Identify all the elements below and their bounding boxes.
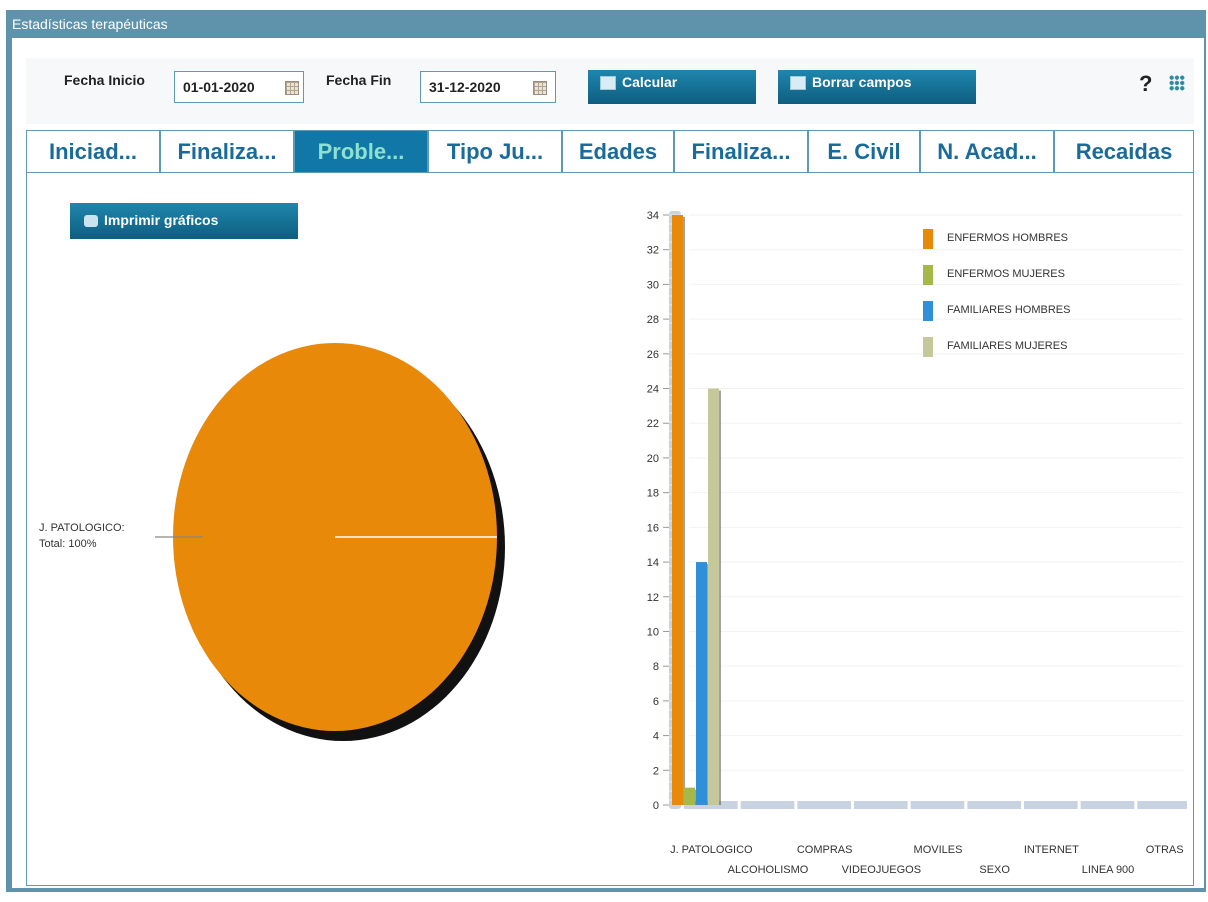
start-date-label: Fecha Inicio bbox=[64, 72, 145, 88]
x-category-label: J. PATOLOGICO bbox=[670, 844, 753, 856]
clear-fields-button-label: Borrar campos bbox=[812, 74, 912, 90]
y-tick-label: 22 bbox=[647, 418, 659, 430]
legend-swatch bbox=[923, 337, 933, 357]
y-tick-label: 30 bbox=[647, 279, 659, 291]
tab-finalizados-2[interactable]: Finaliza... bbox=[674, 130, 808, 172]
legend-swatch bbox=[923, 229, 933, 249]
legend-swatch bbox=[923, 301, 933, 321]
calculate-button-label: Calcular bbox=[622, 74, 678, 90]
bar bbox=[708, 388, 719, 805]
x-floor-segment bbox=[854, 801, 908, 809]
y-tick-label: 6 bbox=[653, 696, 659, 708]
clear-form-icon bbox=[790, 76, 806, 90]
legend-label: FAMILIARES MUJERES bbox=[947, 340, 1067, 352]
stats-tabs: Iniciad... Finaliza... Proble... Tipo Ju… bbox=[26, 130, 1194, 172]
y-tick-label: 16 bbox=[647, 522, 659, 534]
pie-chart: J. PATOLOGICO: Total: 100% bbox=[39, 343, 505, 741]
legend-label: ENFERMOS HOMBRES bbox=[947, 232, 1068, 244]
y-tick-label: 2 bbox=[653, 765, 659, 777]
start-date-field[interactable] bbox=[174, 71, 304, 103]
help-icon[interactable]: ? bbox=[1139, 71, 1152, 97]
y-tick-label: 8 bbox=[653, 661, 659, 673]
chart-panel: Imprimir gráficos J. PATOLOGICO: Total: 1… bbox=[26, 172, 1194, 886]
y-tick-label: 32 bbox=[647, 245, 659, 257]
x-floor-segment bbox=[967, 801, 1021, 809]
clear-fields-button[interactable]: Borrar campos bbox=[778, 70, 976, 104]
y-tick-label: 4 bbox=[653, 731, 659, 743]
bar-shadow bbox=[683, 217, 685, 805]
bar bbox=[696, 562, 707, 805]
bar-shadow bbox=[719, 390, 721, 805]
y-tick-label: 0 bbox=[653, 800, 659, 812]
stats-window: Estadísticas terapéuticas Fecha Inicio F… bbox=[6, 10, 1206, 892]
legend-swatch bbox=[923, 265, 933, 285]
legend-label: ENFERMOS MUJERES bbox=[947, 268, 1065, 280]
date-toolbar: Fecha Inicio Fecha Fin Calcular Borrar c… bbox=[26, 58, 1194, 124]
bar bbox=[684, 787, 695, 805]
x-floor-segment bbox=[1024, 801, 1078, 809]
x-category-label: VIDEOJUEGOS bbox=[842, 864, 921, 873]
tab-estado-civil[interactable]: E. Civil bbox=[808, 130, 920, 172]
window-title: Estadísticas terapéuticas bbox=[12, 16, 168, 32]
y-tick-label: 24 bbox=[647, 384, 659, 396]
x-floor-segment bbox=[740, 801, 795, 809]
x-category-label: OTRAS bbox=[1146, 844, 1184, 856]
tab-nivel-academico[interactable]: N. Acad... bbox=[920, 130, 1054, 172]
x-floor-segment bbox=[1080, 801, 1135, 809]
bar-chart: 0246810121416182022242628303234J. PATOLO… bbox=[647, 210, 1187, 873]
y-tick-label: 18 bbox=[647, 488, 659, 500]
bar bbox=[672, 215, 683, 805]
y-tick-label: 26 bbox=[647, 349, 659, 361]
tab-tipo-juego[interactable]: Tipo Ju... bbox=[428, 130, 562, 172]
tab-finalizados[interactable]: Finaliza... bbox=[160, 130, 294, 172]
end-date-label: Fecha Fin bbox=[326, 72, 392, 88]
y-tick-label: 10 bbox=[647, 626, 659, 638]
tab-problemas[interactable]: Proble... bbox=[294, 130, 428, 172]
tab-edades[interactable]: Edades bbox=[562, 130, 674, 172]
end-date-field[interactable] bbox=[420, 71, 556, 103]
window-body: Fecha Inicio Fecha Fin Calcular Borrar c… bbox=[12, 38, 1204, 888]
x-category-label: LINEA 900 bbox=[1082, 864, 1135, 873]
pie-slice-label: J. PATOLOGICO: bbox=[39, 522, 125, 534]
x-floor-segment bbox=[797, 801, 851, 809]
tab-recaidas[interactable]: Recaidas bbox=[1054, 130, 1194, 172]
pie-slice-percent: Total: 100% bbox=[39, 538, 97, 550]
y-tick-label: 34 bbox=[647, 210, 659, 222]
y-tick-label: 20 bbox=[647, 453, 659, 465]
legend-label: FAMILIARES HOMBRES bbox=[947, 304, 1070, 316]
x-category-label: ALCOHOLISMO bbox=[728, 864, 809, 873]
calendar-icon[interactable] bbox=[285, 81, 299, 95]
x-floor-segment bbox=[910, 801, 965, 809]
end-date-input[interactable] bbox=[421, 72, 523, 102]
grid-menu-icon[interactable] bbox=[1169, 75, 1185, 91]
calculator-icon bbox=[600, 76, 616, 90]
x-floor-segment bbox=[1137, 801, 1187, 809]
calculate-button[interactable]: Calcular bbox=[588, 70, 756, 104]
x-category-label: COMPRAS bbox=[797, 844, 853, 856]
y-tick-label: 12 bbox=[647, 592, 659, 604]
y-tick-label: 28 bbox=[647, 314, 659, 326]
tab-iniciados[interactable]: Iniciad... bbox=[26, 130, 160, 172]
calendar-icon[interactable] bbox=[533, 81, 547, 95]
start-date-input[interactable] bbox=[175, 72, 277, 102]
window-titlebar: Estadísticas terapéuticas bbox=[6, 10, 1206, 38]
x-category-label: MOVILES bbox=[914, 844, 963, 856]
x-category-label: INTERNET bbox=[1024, 844, 1079, 856]
y-tick-label: 14 bbox=[647, 557, 659, 569]
x-category-label: SEXO bbox=[979, 864, 1010, 873]
